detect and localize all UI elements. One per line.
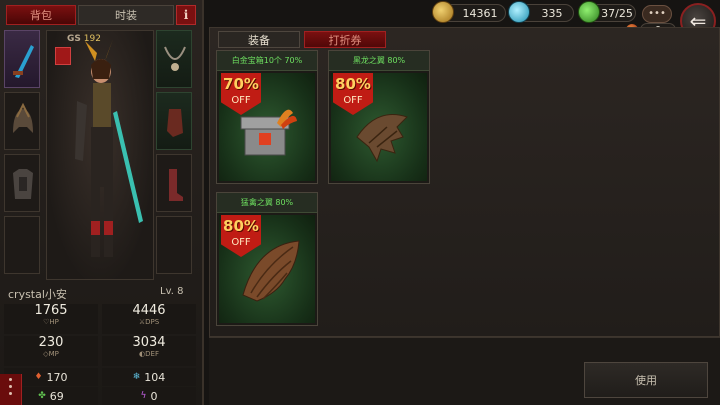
lightning-icon: ϟ [140,391,147,401]
tab-fashion[interactable]: 时装 [78,5,174,25]
character-portrait: GS 192 [46,30,154,280]
inventory-tabs: 背包 时装 i [6,5,196,25]
coupon-image: 80% OFF [331,73,427,181]
sub-tabs: 装备 打折券 [218,31,386,48]
necklace-slot[interactable] [156,30,192,88]
character-level: Lv. 8 [160,286,184,297]
stat-hp: 1765 ♡HP [4,304,98,334]
snowflake-icon: ❄ [132,372,141,382]
leaf-icon: ✤ [38,391,46,401]
coupon-image: 80% OFF [219,215,315,323]
character-panel: 背包 时装 i GS 192 crystal小安 Lv. 8 1765 ♡HP … [0,0,204,405]
chat-icon[interactable]: ••• [642,5,672,23]
stat-ice: ❄ 104 [102,368,196,386]
tab-discount-coupons[interactable]: 打折券 [304,31,386,48]
fire-icon: ♦ [34,372,43,382]
more-menu-button[interactable] [0,374,22,405]
character-figure-icon [75,39,143,257]
use-button[interactable]: 使用 [584,362,708,398]
stats-grid: 1765 ♡HP 4446 ⚔DPS 230 ◇MP 3034 ◐DEF ♦ 17… [4,304,198,405]
gloves-slot[interactable] [156,92,192,150]
potion-icon[interactable] [578,1,600,23]
stat-dps: 4446 ⚔DPS [102,304,196,334]
tab-bag[interactable]: 背包 [6,5,76,25]
coupon-card[interactable]: 黑龙之翼 80% 80% OFF [328,50,430,184]
coupon-title: 白金宝箱10个 70% [217,51,317,71]
character-name: crystal小安 [8,288,67,301]
discount-badge: 70% OFF [221,73,261,115]
coupon-title: 黑龙之翼 80% [329,51,429,71]
necklace-icon [164,46,186,71]
coupon-title: 猛禽之翼 80% [217,193,317,213]
coupon-panel: 装备 打折券 白金宝箱10个 70% 70% OFF 黑龙之翼 80% 80% … [209,27,720,337]
gem-icon [508,1,530,23]
discount-badge: 80% OFF [333,73,373,115]
boots-icon [169,169,183,201]
equipment-area: GS 192 [4,30,198,280]
armor-icon [13,169,33,199]
stat-lightning: ϟ0 [102,387,196,405]
discount-badge: 80% OFF [221,215,261,257]
stat-def: 3034 ◐DEF [102,336,196,366]
coupon-card[interactable]: 白金宝箱10个 70% 70% OFF [216,50,318,184]
stat-mp: 230 ◇MP [4,336,98,366]
boots-slot[interactable] [156,154,192,212]
info-button[interactable]: i [176,5,196,25]
sword-icon [13,45,34,78]
gloves-icon [167,109,183,137]
helmet-slot[interactable] [4,92,40,150]
armor-slot[interactable] [4,154,40,212]
coupon-card[interactable]: 猛禽之翼 80% 80% OFF [216,192,318,326]
gold-coin-icon [432,1,454,23]
coupon-image: 70% OFF [219,73,315,181]
weapon-slot[interactable] [4,30,40,88]
helmet-icon [13,103,33,133]
tab-equipment[interactable]: 装备 [218,31,300,48]
empty-slot-left[interactable] [4,216,40,274]
empty-slot-right[interactable] [156,216,192,274]
